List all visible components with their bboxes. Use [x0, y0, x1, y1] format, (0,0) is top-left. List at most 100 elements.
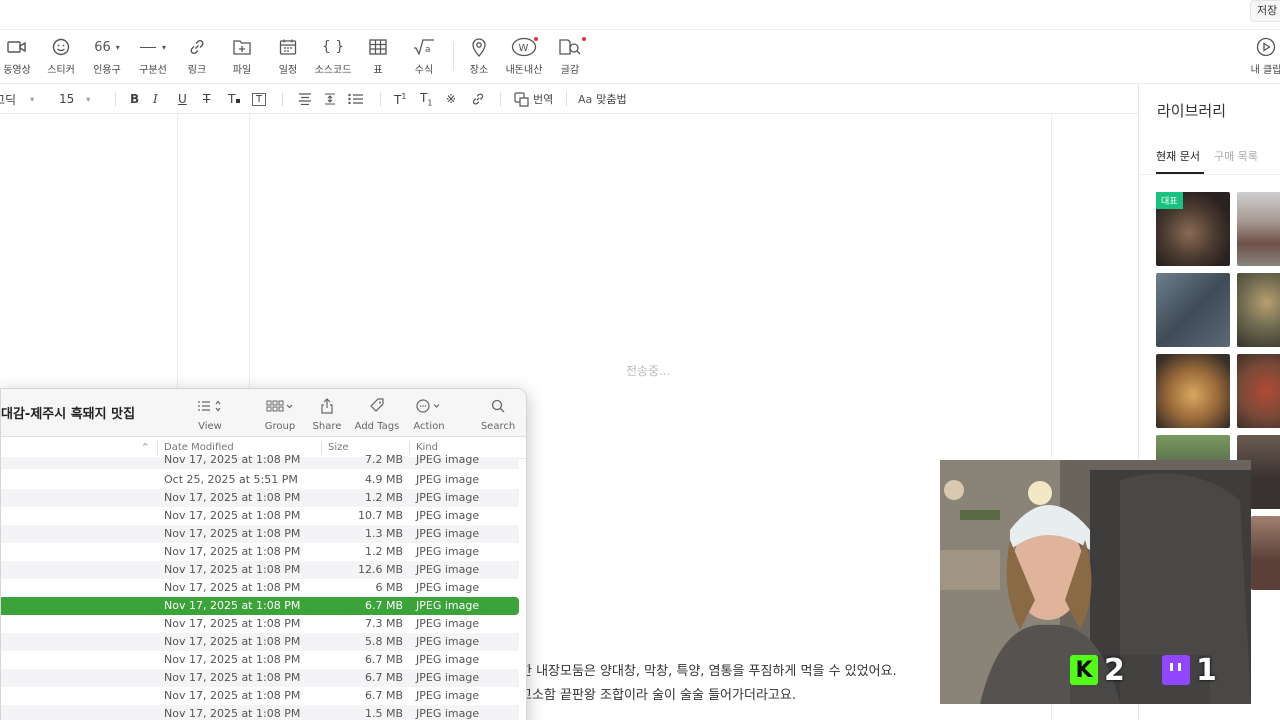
- file-row[interactable]: Nov 17, 2025 at 1:08 PM 6.7 MB JPEG image: [1, 669, 519, 687]
- source-code-button[interactable]: { } 소스코드: [311, 36, 355, 76]
- kick-logo-icon: K: [1070, 655, 1098, 685]
- file-row[interactable]: Nov 17, 2025 at 1:08 PM 6 MB JPEG image: [1, 579, 519, 597]
- save-button[interactable]: 저장: [1250, 0, 1280, 22]
- schedule-button[interactable]: 일정: [266, 36, 310, 76]
- twitch-viewer-count: 1: [1196, 652, 1217, 688]
- finder-window-title: 대감-제주시 흑돼지 맛집: [1, 407, 136, 422]
- action-button[interactable]: Action: [404, 397, 454, 432]
- library-thumbnail[interactable]: [1251, 516, 1280, 590]
- group-button[interactable]: Group: [255, 397, 305, 432]
- text-color-icon: T: [228, 92, 241, 106]
- tab-current-document[interactable]: 현재 문서: [1156, 148, 1200, 164]
- list-icon: [348, 93, 363, 105]
- highlight-icon: T: [252, 92, 267, 106]
- file-row[interactable]: Nov 17, 2025 at 1:08 PM 1.2 MB JPEG image: [1, 489, 519, 507]
- italic-button[interactable]: I: [153, 90, 158, 108]
- italic-icon: I: [153, 92, 158, 106]
- library-thumbnail[interactable]: [1237, 273, 1280, 347]
- font-family-select[interactable]: 고딕▾: [0, 90, 34, 108]
- code-icon: { }: [321, 39, 345, 55]
- table-icon: [356, 36, 400, 58]
- align-button[interactable]: [298, 90, 312, 108]
- twitch-viewer-badge: 1: [1162, 650, 1217, 690]
- file-row[interactable]: Nov 17, 2025 at 1:08 PM 7.3 MB JPEG image: [1, 615, 519, 633]
- toolbar-divider: [500, 92, 501, 106]
- top-bar: 저장: [0, 0, 1280, 30]
- file-row[interactable]: Nov 17, 2025 at 1:08 PM 1.3 MB JPEG image: [1, 525, 519, 543]
- place-button[interactable]: 장소: [457, 36, 501, 76]
- file-row[interactable]: Nov 17, 2025 at 1:08 PM 5.8 MB JPEG image: [1, 633, 519, 651]
- tab-purchase-list[interactable]: 구매 목록: [1214, 148, 1258, 164]
- search-button[interactable]: Search: [473, 397, 523, 432]
- size-header[interactable]: Size: [328, 442, 349, 453]
- column-divider[interactable]: [157, 441, 158, 455]
- table-button[interactable]: 표: [356, 36, 400, 76]
- view-button[interactable]: View: [185, 397, 235, 432]
- library-tab-divider: [1139, 174, 1280, 175]
- sticker-button[interactable]: 스티커: [39, 36, 83, 76]
- sort-chevron-icon[interactable]: ^: [142, 442, 149, 451]
- video-icon: [0, 36, 39, 58]
- special-char-button[interactable]: ※: [446, 90, 456, 108]
- toolbar-divider: [566, 92, 567, 106]
- spellcheck-button[interactable]: Aa 맞춤법: [578, 90, 627, 108]
- column-divider[interactable]: [321, 441, 322, 455]
- library-thumbnail[interactable]: 대표: [1156, 192, 1230, 266]
- underline-button[interactable]: U: [178, 90, 187, 108]
- body-text-line[interactable]: 한 내장모둠은 양대창, 막창, 특양, 염통을 푸짐하게 먹을 수 있었어요.: [520, 660, 897, 679]
- link-icon: [175, 36, 219, 58]
- share-button[interactable]: Share: [302, 397, 352, 432]
- quote-button[interactable]: 66 ▾ 인용구: [85, 36, 129, 77]
- material-button[interactable]: 글감: [548, 36, 592, 76]
- file-row[interactable]: Nov 17, 2025 at 1:08 PM 6.7 MB JPEG image: [1, 687, 519, 705]
- video-button[interactable]: 동영상: [0, 36, 39, 76]
- formula-button[interactable]: a 수식: [402, 36, 446, 76]
- add-tags-button[interactable]: Add Tags: [352, 397, 402, 432]
- line-height-button[interactable]: [323, 90, 337, 108]
- font-size-select[interactable]: 15 ▾: [59, 90, 90, 108]
- finder-window: 대감-제주시 흑돼지 맛집 View Group Share Add Tags …: [0, 388, 527, 720]
- bold-button[interactable]: B: [130, 90, 139, 108]
- subscript-icon: T1: [420, 90, 433, 108]
- file-button[interactable]: 파일: [220, 36, 264, 76]
- strikethrough-button[interactable]: T: [203, 90, 210, 108]
- divider-button[interactable]: ▾ 구분선: [131, 36, 175, 77]
- highlight-button[interactable]: T: [252, 90, 267, 108]
- kind-header[interactable]: Kind: [416, 442, 438, 453]
- special-char-icon: ※: [446, 92, 457, 106]
- file-row[interactable]: Nov 17, 2025 at 1:08 PM 10.7 MB JPEG image: [1, 507, 519, 525]
- webcam-overlay: K 2 1: [940, 460, 1251, 704]
- library-thumbnail[interactable]: [1156, 273, 1230, 347]
- file-row[interactable]: Nov 17, 2025 at 1:08 PM 6.7 MB JPEG image: [1, 651, 519, 669]
- kick-viewer-count: 2: [1104, 652, 1125, 688]
- file-row[interactable]: Nov 17, 2025 at 1:08 PM 1.2 MB JPEG image: [1, 543, 519, 561]
- file-row[interactable]: Nov 17, 2025 at 1:08 PM 7.2 MB JPEG image: [1, 453, 519, 469]
- library-thumbnail[interactable]: [1237, 354, 1280, 428]
- bold-icon: B: [130, 92, 140, 106]
- toolbar-divider: [380, 92, 381, 106]
- my-clip-button[interactable]: 내 클립: [1244, 36, 1280, 76]
- file-row[interactable]: Nov 17, 2025 at 1:08 PM 1.5 MB JPEG image: [1, 705, 519, 720]
- file-row[interactable]: Oct 25, 2025 at 5:51 PM 4.9 MB JPEG image: [1, 471, 519, 489]
- library-thumbnail[interactable]: [1156, 354, 1230, 428]
- toolbar-divider: [282, 92, 283, 106]
- share-icon: [302, 397, 352, 415]
- link-button[interactable]: 링크: [175, 36, 219, 76]
- translate-icon: [514, 91, 529, 107]
- body-text-line[interactable]: 고소함 끝판왕 조합이라 술이 술술 들어가더라고요.: [520, 684, 796, 703]
- toolbar-divider: [453, 42, 454, 70]
- column-divider[interactable]: [409, 441, 410, 455]
- superscript-button[interactable]: T1: [394, 90, 406, 108]
- translate-button[interactable]: 번역: [514, 90, 553, 108]
- text-color-button[interactable]: T: [228, 90, 241, 108]
- finder-toolbar: 대감-제주시 흑돼지 맛집 View Group Share Add Tags …: [1, 389, 526, 437]
- link-format-button[interactable]: [471, 90, 485, 108]
- list-button[interactable]: [348, 90, 363, 108]
- file-row[interactable]: Nov 17, 2025 at 1:08 PM 12.6 MB JPEG image: [1, 561, 519, 579]
- library-thumbnail[interactable]: [1237, 192, 1280, 266]
- date-modified-header[interactable]: Date Modified: [164, 442, 234, 453]
- my-money-button[interactable]: W 내돈내산: [502, 36, 546, 76]
- file-row-selected[interactable]: Nov 17, 2025 at 1:08 PM 6.7 MB JPEG image: [1, 597, 519, 615]
- subscript-button[interactable]: T1: [420, 90, 432, 108]
- library-title: 라이브러리: [1157, 102, 1227, 120]
